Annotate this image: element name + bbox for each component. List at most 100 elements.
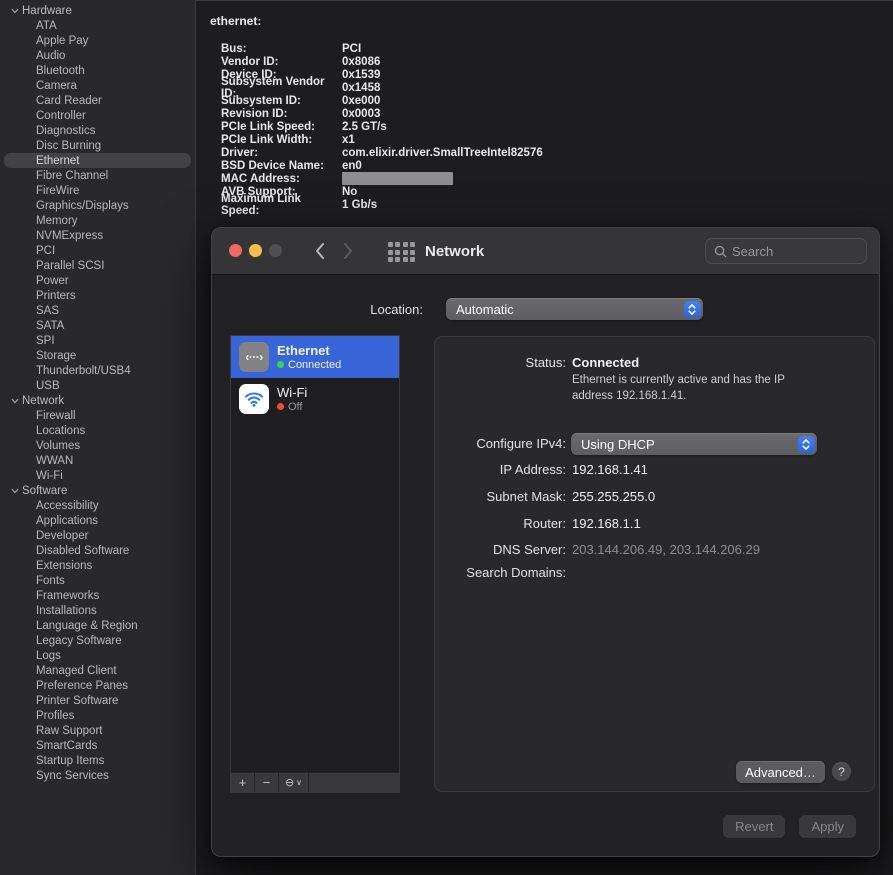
sidebar-item[interactable]: Wi-Fi [4, 468, 191, 483]
info-row: Maximum Link Speed: 1 Gb/s [221, 198, 543, 211]
sidebar-item[interactable]: Volumes [4, 438, 191, 453]
sidebar-item-label: SAS [36, 305, 59, 317]
sidebar-item-label: Profiles [36, 710, 74, 722]
sidebar-item[interactable]: Disc Burning [4, 138, 191, 153]
sidebar-item[interactable]: Memory [4, 213, 191, 228]
sidebar-item-label: Memory [36, 215, 78, 227]
sidebar-item[interactable]: Locations [4, 423, 191, 438]
sidebar-item[interactable]: Preference Panes [4, 678, 191, 693]
sidebar-item[interactable]: SPI [4, 333, 191, 348]
remove-connection-button[interactable]: − [255, 773, 279, 792]
sidebar-item-label: Applications [36, 515, 98, 527]
sidebar-item[interactable]: Printer Software [4, 693, 191, 708]
sidebar-item[interactable]: Installations [4, 603, 191, 618]
sidebar-item[interactable]: SAS [4, 303, 191, 318]
apply-button[interactable]: Apply [799, 815, 856, 838]
sidebar-item[interactable]: FireWire [4, 183, 191, 198]
sidebar-item[interactable]: Hardware [4, 3, 191, 18]
sidebar-item-label: Card Reader [36, 95, 102, 107]
sidebar-item-label: ATA [36, 20, 57, 32]
sidebar-item[interactable]: Legacy Software [4, 633, 191, 648]
sidebar-item-label: Disc Burning [36, 140, 101, 152]
sidebar-item[interactable]: Sync Services [4, 768, 191, 783]
sidebar-item[interactable]: Logs [4, 648, 191, 663]
info-row: BSD Device Name: en0 [221, 159, 543, 172]
sidebar-item[interactable]: Managed Client [4, 663, 191, 678]
sidebar-item[interactable]: WWAN [4, 453, 191, 468]
sidebar-item[interactable]: Language & Region [4, 618, 191, 633]
dns-server-label: DNS Server: [435, 542, 566, 557]
sidebar-item[interactable]: Printers [4, 288, 191, 303]
sidebar-item-label: Sync Services [36, 770, 109, 782]
sidebar-item[interactable]: Network [4, 393, 191, 408]
sidebar-item[interactable]: Camera [4, 78, 191, 93]
sidebar-item[interactable]: ATA [4, 18, 191, 33]
subnet-mask-value: 255.255.255.0 [572, 489, 655, 504]
sidebar-item-label: SmartCards [36, 740, 97, 752]
sidebar-item[interactable]: Applications [4, 513, 191, 528]
zoom-button[interactable] [269, 244, 282, 257]
info-row: Driver: com.elixir.driver.SmallTreeIntel… [221, 146, 543, 159]
sidebar-item[interactable]: Developer [4, 528, 191, 543]
sidebar-item[interactable]: Graphics/Displays [4, 198, 191, 213]
sidebar-item[interactable]: PCI [4, 243, 191, 258]
location-popup[interactable]: Automatic [446, 298, 703, 320]
sidebar-item-label: Disabled Software [36, 545, 129, 557]
sidebar-item[interactable]: SmartCards [4, 738, 191, 753]
sidebar-item[interactable]: SATA [4, 318, 191, 333]
sidebar-item-label: Language & Region [36, 620, 138, 632]
add-connection-button[interactable]: + [231, 773, 255, 792]
sidebar-item[interactable]: Extensions [4, 558, 191, 573]
sidebar-item[interactable]: Bluetooth [4, 63, 191, 78]
configure-ipv4-popup[interactable]: Using DHCP [571, 433, 817, 455]
sidebar-item-label: Firewall [36, 410, 76, 422]
sidebar-item[interactable]: Ethernet [4, 153, 191, 168]
sidebar-item[interactable]: Apple Pay [4, 33, 191, 48]
advanced-button[interactable]: Advanced… [736, 761, 825, 783]
sidebar-item[interactable]: Fonts [4, 573, 191, 588]
sidebar-item[interactable]: Firewall [4, 408, 191, 423]
sidebar-item[interactable]: Storage [4, 348, 191, 363]
system-info-sidebar: Hardware ATA Apple Pay Audio Bluetooth [0, 0, 195, 875]
sidebar-item-label: Graphics/Displays [36, 200, 129, 212]
sidebar-item[interactable]: Startup Items [4, 753, 191, 768]
sidebar-item[interactable]: Controller [4, 108, 191, 123]
sidebar-item[interactable]: Profiles [4, 708, 191, 723]
help-button[interactable]: ? [832, 762, 851, 781]
sidebar-item[interactable]: Fibre Channel [4, 168, 191, 183]
status-dot-off [277, 403, 284, 410]
show-all-grid-icon[interactable] [388, 242, 415, 262]
sidebar-item-label: Audio [36, 50, 65, 62]
connection-row-wifi[interactable]: Wi-Fi Off [231, 378, 399, 420]
action-menu-button[interactable]: ⊖∨ [279, 773, 309, 792]
sidebar-item[interactable]: Diagnostics [4, 123, 191, 138]
info-row-label: MAC Address: [221, 173, 342, 185]
ethernet-icon: ‹···› [239, 342, 269, 372]
revert-button[interactable]: Revert [723, 815, 785, 838]
sidebar-item[interactable]: Raw Support [4, 723, 191, 738]
forward-button[interactable] [336, 239, 360, 263]
connection-row-ethernet[interactable]: ‹···› Ethernet Connected [231, 336, 399, 378]
sidebar-item-label: Wi-Fi [36, 470, 63, 482]
sidebar-item[interactable]: Disabled Software [4, 543, 191, 558]
search-field[interactable] [705, 238, 867, 264]
sidebar-item[interactable]: NVMExpress [4, 228, 191, 243]
sidebar-item[interactable]: Card Reader [4, 93, 191, 108]
sidebar-item-label: Logs [36, 650, 61, 662]
circle-minus-icon: ⊖ [285, 776, 294, 789]
close-button[interactable] [229, 244, 242, 257]
configure-ipv4-label: Configure IPv4: [435, 436, 566, 451]
sidebar-item[interactable]: Accessibility [4, 498, 191, 513]
search-input[interactable] [732, 244, 858, 259]
titlebar[interactable]: Network [212, 228, 879, 275]
minimize-button[interactable] [249, 244, 262, 257]
sidebar-item[interactable]: Thunderbolt/USB4 [4, 363, 191, 378]
sidebar-item[interactable]: Software [4, 483, 191, 498]
sidebar-item[interactable]: Power [4, 273, 191, 288]
sidebar-item[interactable]: Audio [4, 48, 191, 63]
sidebar-item[interactable]: Frameworks [4, 588, 191, 603]
sidebar-item[interactable]: USB [4, 378, 191, 393]
sidebar-item-label: Managed Client [36, 665, 117, 677]
sidebar-item[interactable]: Parallel SCSI [4, 258, 191, 273]
back-button[interactable] [308, 239, 332, 263]
